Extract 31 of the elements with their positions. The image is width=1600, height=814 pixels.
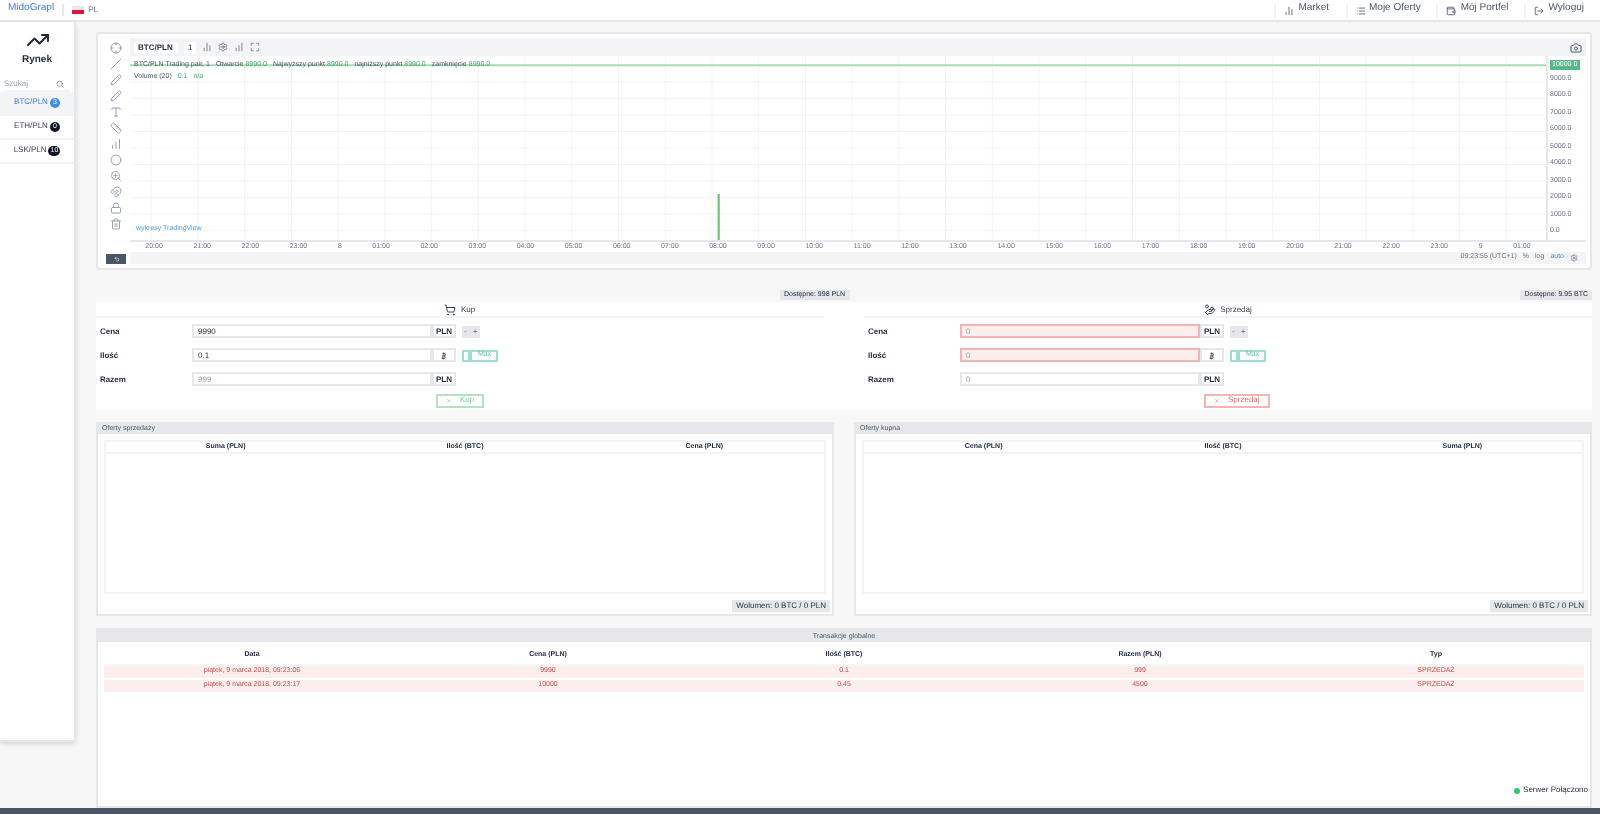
collapse-button[interactable]: [106, 254, 126, 264]
settings-icon[interactable]: [1570, 254, 1578, 262]
indicators-icon[interactable]: [234, 42, 245, 52]
flag-icon: [72, 6, 85, 14]
camera-icon[interactable]: [1570, 41, 1582, 53]
search-icon: [56, 79, 64, 87]
settings-icon[interactable]: [218, 42, 229, 52]
lock-icon[interactable]: [110, 202, 122, 214]
coins-icon: [1204, 303, 1217, 315]
chart-icon: [25, 28, 49, 52]
trash-icon[interactable]: [110, 218, 122, 230]
text-icon[interactable]: [110, 106, 122, 118]
chart-icon: [1284, 5, 1295, 15]
crosshair-icon[interactable]: [110, 42, 122, 54]
list-icon: [1355, 5, 1365, 15]
bars-icon[interactable]: [202, 42, 213, 52]
chart-bars-icon[interactable]: [110, 138, 122, 150]
arrow-icon: [113, 256, 119, 262]
coin-icon: [440, 351, 448, 359]
cart-icon: [444, 303, 457, 315]
coin-icon: [1208, 351, 1216, 359]
wallet-icon: [1446, 5, 1457, 15]
ruler-icon[interactable]: [110, 122, 122, 134]
fullscreen-icon[interactable]: [250, 42, 261, 52]
pen-icon[interactable]: [110, 90, 122, 102]
pencil-icon[interactable]: [110, 74, 122, 86]
zoom-icon[interactable]: [110, 170, 122, 182]
logout-icon: [1534, 5, 1545, 15]
dot-icon[interactable]: [110, 154, 122, 166]
line-icon[interactable]: [110, 58, 122, 70]
magnet-icon[interactable]: [110, 186, 122, 198]
